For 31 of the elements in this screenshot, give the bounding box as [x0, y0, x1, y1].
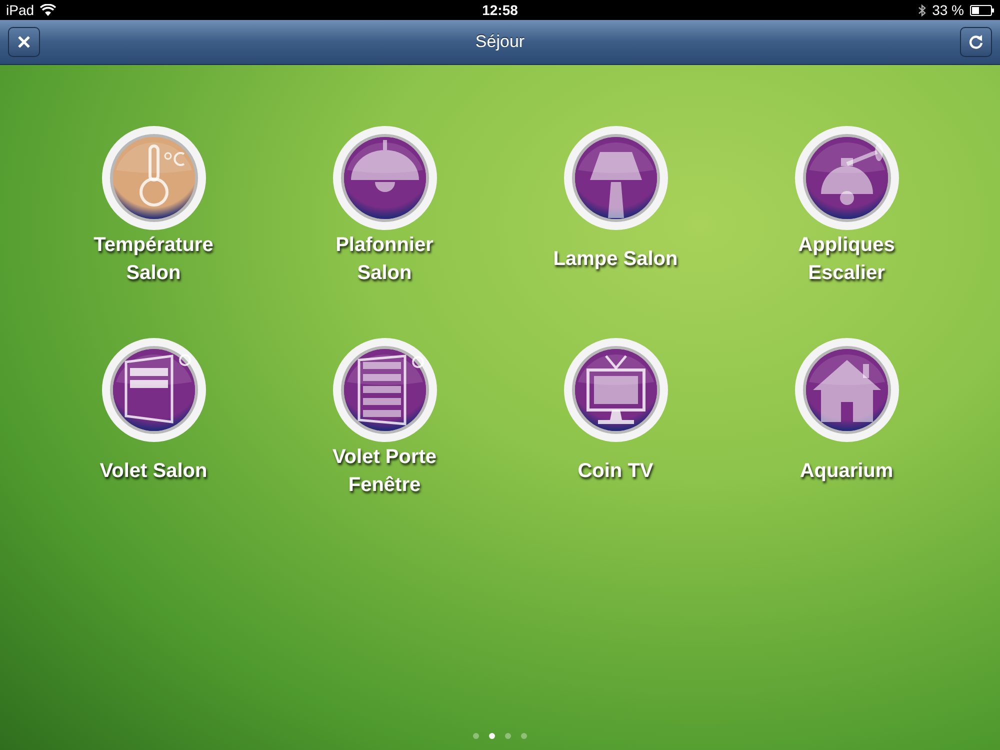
tile-label: Lampe Salon [553, 247, 678, 272]
tile-label: Aquarium [800, 459, 894, 484]
tile-label: Température Salon [92, 233, 214, 286]
page-indicator-dot[interactable] [505, 733, 511, 739]
close-button[interactable] [8, 27, 40, 57]
tile-label: Plafonnier Salon [334, 233, 434, 286]
device-tile[interactable]: Plafonnier Salon [269, 126, 500, 288]
device-tile[interactable]: Température Salon [38, 126, 269, 288]
page-indicator-dot[interactable] [521, 733, 527, 739]
device-tile[interactable]: Volet Porte Fenêtre [269, 338, 500, 500]
wifi-icon [40, 4, 56, 16]
device-tile[interactable]: Aquarium [731, 338, 962, 500]
device-tile[interactable]: Lampe Salon [500, 126, 731, 288]
device-tile[interactable]: Appliques Escalier [731, 126, 962, 288]
device-name: iPad [6, 2, 34, 18]
clock-time: 12:58 [482, 2, 518, 18]
tile-label: Appliques Escalier [797, 233, 896, 286]
battery-icon [970, 4, 994, 16]
screen-title: Séjour [475, 32, 525, 52]
bluetooth-icon [918, 4, 926, 16]
page-indicator-dot[interactable] [489, 733, 495, 739]
tile-label: Volet Salon [100, 459, 208, 484]
page-indicator-dot[interactable] [473, 733, 479, 739]
tile-label: Volet Porte Fenêtre [331, 445, 438, 498]
refresh-button[interactable] [960, 27, 992, 57]
device-tile[interactable]: Volet Salon [38, 338, 269, 500]
refresh-icon [968, 34, 984, 50]
battery-percentage: 33 % [932, 2, 964, 18]
device-tile[interactable]: Coin TV [500, 338, 731, 500]
close-icon [17, 35, 31, 49]
tile-label: Coin TV [578, 459, 654, 484]
